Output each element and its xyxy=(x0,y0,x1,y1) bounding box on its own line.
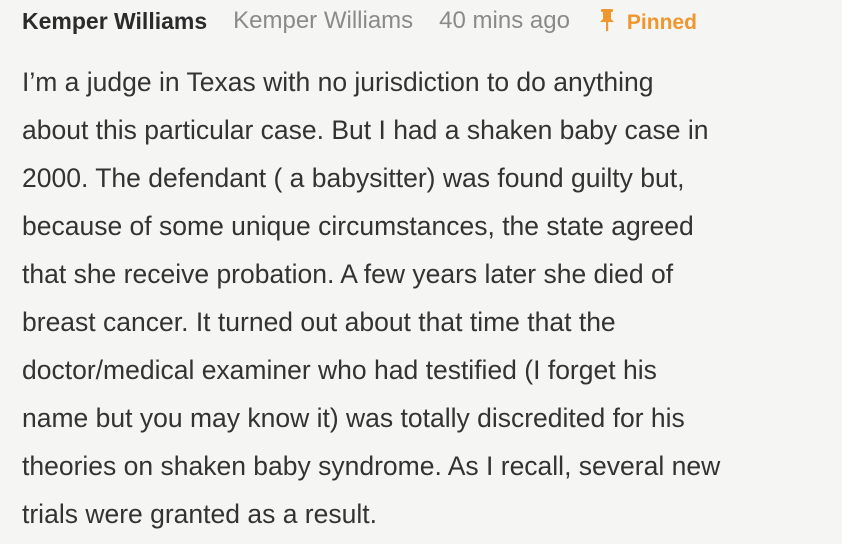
comment-body-line: I’m a judge in Texas with no jurisdictio… xyxy=(22,67,654,97)
comment-body-line: breast cancer. It turned out about that … xyxy=(22,307,616,337)
comment-body-line: because of some unique circumstances, th… xyxy=(22,211,694,241)
pinned-label: Pinned xyxy=(626,11,697,34)
comment-body-line: about this particular case. But I had a … xyxy=(22,115,709,145)
comment-timestamp[interactable]: 40 mins ago xyxy=(439,7,570,35)
comment-body-line: 2000. The defendant ( a babysitter) was … xyxy=(22,163,685,193)
pin-icon xyxy=(598,8,616,32)
comment-body-line: name but you may know it) was totally di… xyxy=(22,403,685,433)
comment: Kemper Williams Kemper Williams 40 mins … xyxy=(0,0,842,544)
pinned-badge: Pinned xyxy=(598,8,697,35)
comment-header: Kemper Williams Kemper Williams 40 mins … xyxy=(22,4,842,38)
author-handle[interactable]: Kemper Williams xyxy=(233,7,413,35)
author-name[interactable]: Kemper Williams xyxy=(22,8,207,35)
comment-body: I’m a judge in Texas with no jurisdictio… xyxy=(22,58,834,538)
comment-body-line: theories on shaken baby syndrome. As I r… xyxy=(22,451,721,481)
comment-body-line: trials were granted as a result. xyxy=(22,499,377,529)
comment-body-line: doctor/medical examiner who had testifie… xyxy=(22,355,657,385)
comment-body-line: that she receive probation. A few years … xyxy=(22,259,674,289)
